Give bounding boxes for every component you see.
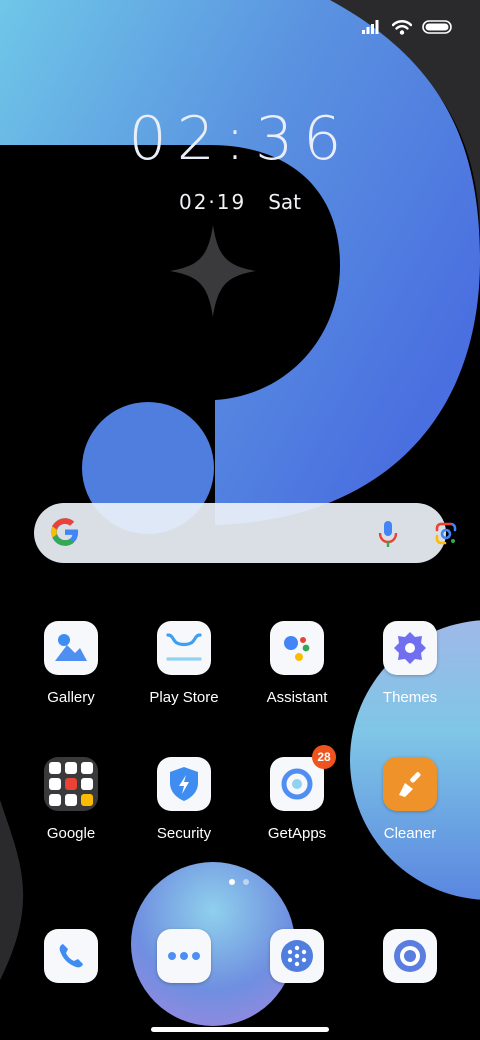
app-themes[interactable]: Themes <box>354 621 466 706</box>
app-security[interactable]: Security <box>128 757 240 842</box>
google-g-icon <box>51 518 79 546</box>
app-play-store[interactable]: Play Store <box>128 621 240 706</box>
date-month-day: 02·19 <box>178 190 247 214</box>
date-display[interactable]: 02·19 Sat <box>0 190 480 214</box>
app-label: Gallery <box>47 689 95 706</box>
date-weekday: Sat <box>268 190 302 214</box>
clock-minute: 36 <box>255 104 352 174</box>
app-drawer-icon <box>270 929 324 983</box>
lockscreen-clock[interactable]: 02:36 <box>0 104 480 174</box>
page-dot <box>243 879 249 885</box>
app-getapps[interactable]: 28 GetApps <box>241 745 353 842</box>
dock-camera[interactable] <box>354 929 466 983</box>
app-label: Play Store <box>149 689 219 706</box>
app-assistant[interactable]: Assistant <box>241 621 353 706</box>
phone-icon <box>44 929 98 983</box>
app-label: Themes <box>382 689 438 706</box>
dock-phone[interactable] <box>15 929 127 983</box>
app-label: Security <box>156 825 212 842</box>
notification-badge: 28 <box>312 745 336 769</box>
google-lens-icon[interactable] <box>433 522 459 546</box>
signal-icon <box>362 20 379 34</box>
cleaner-icon <box>383 757 437 811</box>
play-store-icon <box>157 621 211 675</box>
dock-app-drawer[interactable] <box>241 929 353 983</box>
gesture-nav-bar[interactable] <box>151 1027 329 1032</box>
app-label: Google <box>46 825 96 842</box>
security-icon <box>157 757 211 811</box>
clock-hour: 02 <box>128 104 225 174</box>
assistant-icon <box>270 621 324 675</box>
camera-icon <box>383 929 437 983</box>
wifi-icon <box>392 20 412 35</box>
dock-messages[interactable] <box>128 929 240 983</box>
getapps-icon: 28 <box>270 745 336 811</box>
themes-icon <box>383 621 437 675</box>
page-indicator <box>229 879 249 885</box>
app-folder-google[interactable]: Google <box>15 757 127 842</box>
app-gallery[interactable]: Gallery <box>15 621 127 706</box>
clock-separator: : <box>224 104 256 174</box>
app-label: Cleaner <box>383 825 437 842</box>
google-search-bar[interactable] <box>34 503 457 563</box>
mic-icon[interactable] <box>378 520 398 548</box>
app-label: Assistant <box>266 689 328 706</box>
page-dot-active <box>229 879 235 885</box>
google-folder-icon <box>44 757 98 811</box>
status-bar <box>362 14 452 40</box>
messages-icon <box>157 929 211 983</box>
gallery-icon <box>44 621 98 675</box>
app-label: GetApps <box>267 825 327 842</box>
battery-icon <box>422 20 452 34</box>
app-cleaner[interactable]: Cleaner <box>354 757 466 842</box>
